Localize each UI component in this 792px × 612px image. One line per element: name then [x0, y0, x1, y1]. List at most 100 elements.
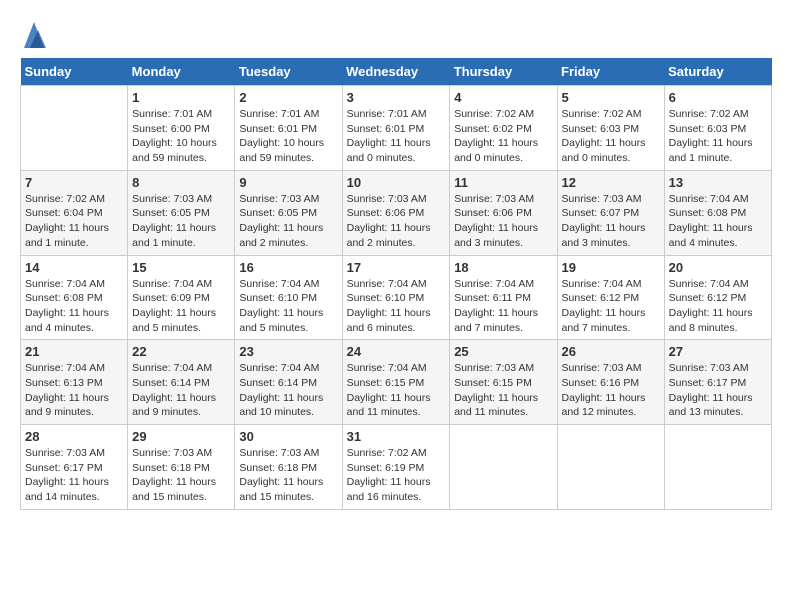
day-number: 17	[347, 260, 446, 275]
calendar-cell: 29Sunrise: 7:03 AMSunset: 6:18 PMDayligh…	[128, 425, 235, 510]
day-info: Sunrise: 7:04 AMSunset: 6:13 PMDaylight:…	[25, 361, 123, 420]
weekday-header-row: SundayMondayTuesdayWednesdayThursdayFrid…	[21, 58, 772, 86]
calendar-cell: 19 Sunrise: 7:04 AMSunset: 6:12 PMDayligh…	[557, 255, 664, 340]
day-number: 14	[25, 260, 123, 275]
calendar-cell: 27Sunrise: 7:03 AMSunset: 6:17 PMDayligh…	[664, 340, 771, 425]
day-number: 1	[132, 90, 230, 105]
day-info: Sunrise: 7:03 AMSunset: 6:06 PMDaylight:…	[347, 192, 446, 251]
day-info: Sunrise: 7:04 AMSunset: 6:12 PMDaylight:…	[562, 277, 660, 336]
day-number: 30	[239, 429, 337, 444]
weekday-header-sunday: Sunday	[21, 58, 128, 86]
weekday-header-thursday: Thursday	[450, 58, 557, 86]
day-number: 20	[669, 260, 767, 275]
day-number: 28	[25, 429, 123, 444]
calendar-week-row: 1Sunrise: 7:01 AMSunset: 6:00 PMDaylight…	[21, 86, 772, 171]
day-info: Sunrise: 7:04 AMSunset: 6:12 PMDaylight:…	[669, 277, 767, 336]
calendar-cell	[557, 425, 664, 510]
day-info: Sunrise: 7:02 AMSunset: 6:03 PMDaylight:…	[669, 107, 767, 166]
weekday-header-wednesday: Wednesday	[342, 58, 450, 86]
logo-icon	[22, 20, 46, 48]
day-number: 16	[239, 260, 337, 275]
day-info: Sunrise: 7:01 AMSunset: 6:01 PMDaylight:…	[239, 107, 337, 166]
calendar-cell: 8 Sunrise: 7:03 AMSunset: 6:05 PMDaylight…	[128, 170, 235, 255]
day-info: Sunrise: 7:04 AMSunset: 6:11 PMDaylight:…	[454, 277, 552, 336]
calendar-cell: 10 Sunrise: 7:03 AMSunset: 6:06 PMDayligh…	[342, 170, 450, 255]
day-number: 10	[347, 175, 446, 190]
weekday-header-tuesday: Tuesday	[235, 58, 342, 86]
day-info: Sunrise: 7:04 AMSunset: 6:14 PMDaylight:…	[239, 361, 337, 420]
weekday-header-saturday: Saturday	[664, 58, 771, 86]
calendar-cell: 17 Sunrise: 7:04 AMSunset: 6:10 PMDayligh…	[342, 255, 450, 340]
day-info: Sunrise: 7:03 AMSunset: 6:07 PMDaylight:…	[562, 192, 660, 251]
logo	[20, 20, 46, 48]
calendar-cell: 14 Sunrise: 7:04 AMSunset: 6:08 PMDayligh…	[21, 255, 128, 340]
calendar-cell: 31Sunrise: 7:02 AMSunset: 6:19 PMDayligh…	[342, 425, 450, 510]
calendar-cell: 9 Sunrise: 7:03 AMSunset: 6:05 PMDaylight…	[235, 170, 342, 255]
calendar-cell: 26 Sunrise: 7:03 AMSunset: 6:16 PMDayligh…	[557, 340, 664, 425]
day-info: Sunrise: 7:02 AMSunset: 6:03 PMDaylight:…	[562, 107, 660, 166]
day-info: Sunrise: 7:03 AMSunset: 6:06 PMDaylight:…	[454, 192, 552, 251]
calendar-cell: 1Sunrise: 7:01 AMSunset: 6:00 PMDaylight…	[128, 86, 235, 171]
calendar-week-row: 14 Sunrise: 7:04 AMSunset: 6:08 PMDayligh…	[21, 255, 772, 340]
day-info: Sunrise: 7:03 AMSunset: 6:16 PMDaylight:…	[562, 361, 660, 420]
day-number: 6	[669, 90, 767, 105]
day-info: Sunrise: 7:04 AMSunset: 6:09 PMDaylight:…	[132, 277, 230, 336]
day-info: Sunrise: 7:04 AMSunset: 6:10 PMDaylight:…	[347, 277, 446, 336]
day-info: Sunrise: 7:04 AMSunset: 6:08 PMDaylight:…	[25, 277, 123, 336]
calendar-cell: 12Sunrise: 7:03 AMSunset: 6:07 PMDayligh…	[557, 170, 664, 255]
day-info: Sunrise: 7:03 AMSunset: 6:15 PMDaylight:…	[454, 361, 552, 420]
day-info: Sunrise: 7:03 AMSunset: 6:18 PMDaylight:…	[239, 446, 337, 505]
day-info: Sunrise: 7:03 AMSunset: 6:18 PMDaylight:…	[132, 446, 230, 505]
day-number: 13	[669, 175, 767, 190]
calendar-cell: 25 Sunrise: 7:03 AMSunset: 6:15 PMDayligh…	[450, 340, 557, 425]
day-number: 22	[132, 344, 230, 359]
calendar-cell	[664, 425, 771, 510]
calendar-cell	[450, 425, 557, 510]
day-number: 15	[132, 260, 230, 275]
day-info: Sunrise: 7:01 AMSunset: 6:01 PMDaylight:…	[347, 107, 446, 166]
day-number: 19	[562, 260, 660, 275]
day-number: 11	[454, 175, 552, 190]
day-info: Sunrise: 7:03 AMSunset: 6:05 PMDaylight:…	[239, 192, 337, 251]
calendar-cell: 7 Sunrise: 7:02 AMSunset: 6:04 PMDaylight…	[21, 170, 128, 255]
calendar-cell: 5 Sunrise: 7:02 AMSunset: 6:03 PMDaylight…	[557, 86, 664, 171]
calendar-cell: 6 Sunrise: 7:02 AMSunset: 6:03 PMDaylight…	[664, 86, 771, 171]
calendar-cell: 3Sunrise: 7:01 AMSunset: 6:01 PMDaylight…	[342, 86, 450, 171]
day-info: Sunrise: 7:04 AMSunset: 6:08 PMDaylight:…	[669, 192, 767, 251]
calendar-cell: 16 Sunrise: 7:04 AMSunset: 6:10 PMDayligh…	[235, 255, 342, 340]
day-info: Sunrise: 7:02 AMSunset: 6:19 PMDaylight:…	[347, 446, 446, 505]
day-info: Sunrise: 7:02 AMSunset: 6:04 PMDaylight:…	[25, 192, 123, 251]
day-number: 9	[239, 175, 337, 190]
calendar-cell: 21Sunrise: 7:04 AMSunset: 6:13 PMDayligh…	[21, 340, 128, 425]
day-number: 27	[669, 344, 767, 359]
day-info: Sunrise: 7:03 AMSunset: 6:05 PMDaylight:…	[132, 192, 230, 251]
calendar-cell: 11 Sunrise: 7:03 AMSunset: 6:06 PMDayligh…	[450, 170, 557, 255]
day-number: 5	[562, 90, 660, 105]
day-info: Sunrise: 7:04 AMSunset: 6:14 PMDaylight:…	[132, 361, 230, 420]
calendar-cell	[21, 86, 128, 171]
calendar-week-row: 21Sunrise: 7:04 AMSunset: 6:13 PMDayligh…	[21, 340, 772, 425]
day-info: Sunrise: 7:02 AMSunset: 6:02 PMDaylight:…	[454, 107, 552, 166]
calendar-cell: 4 Sunrise: 7:02 AMSunset: 6:02 PMDaylight…	[450, 86, 557, 171]
day-number: 2	[239, 90, 337, 105]
calendar-week-row: 7 Sunrise: 7:02 AMSunset: 6:04 PMDaylight…	[21, 170, 772, 255]
calendar-cell: 13 Sunrise: 7:04 AMSunset: 6:08 PMDayligh…	[664, 170, 771, 255]
day-info: Sunrise: 7:04 AMSunset: 6:10 PMDaylight:…	[239, 277, 337, 336]
calendar-cell: 2 Sunrise: 7:01 AMSunset: 6:01 PMDaylight…	[235, 86, 342, 171]
day-number: 24	[347, 344, 446, 359]
calendar-cell: 28Sunrise: 7:03 AMSunset: 6:17 PMDayligh…	[21, 425, 128, 510]
day-number: 23	[239, 344, 337, 359]
day-number: 8	[132, 175, 230, 190]
weekday-header-monday: Monday	[128, 58, 235, 86]
day-number: 26	[562, 344, 660, 359]
calendar-cell: 18Sunrise: 7:04 AMSunset: 6:11 PMDayligh…	[450, 255, 557, 340]
calendar-table: SundayMondayTuesdayWednesdayThursdayFrid…	[20, 58, 772, 510]
calendar-cell: 20 Sunrise: 7:04 AMSunset: 6:12 PMDayligh…	[664, 255, 771, 340]
calendar-cell: 23 Sunrise: 7:04 AMSunset: 6:14 PMDayligh…	[235, 340, 342, 425]
day-number: 4	[454, 90, 552, 105]
day-info: Sunrise: 7:04 AMSunset: 6:15 PMDaylight:…	[347, 361, 446, 420]
calendar-cell: 30 Sunrise: 7:03 AMSunset: 6:18 PMDayligh…	[235, 425, 342, 510]
day-number: 7	[25, 175, 123, 190]
calendar-cell: 24 Sunrise: 7:04 AMSunset: 6:15 PMDayligh…	[342, 340, 450, 425]
day-number: 25	[454, 344, 552, 359]
